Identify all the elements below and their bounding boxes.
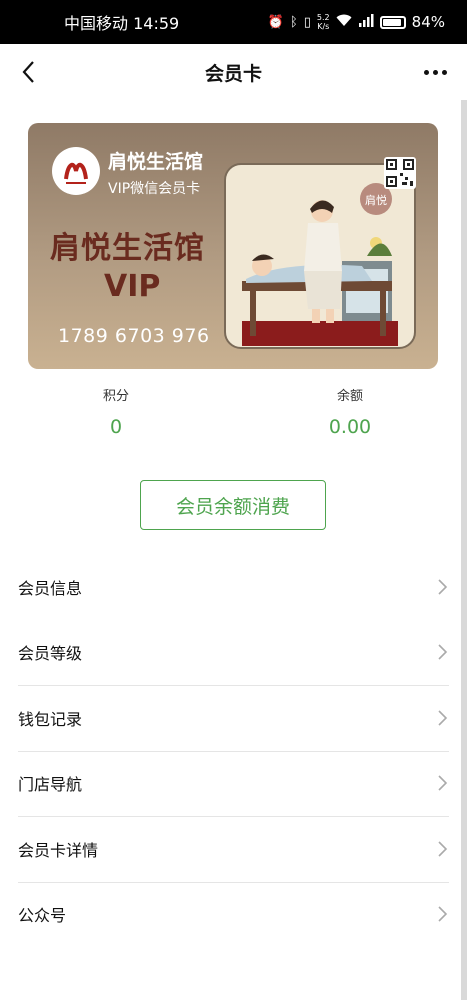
card-store-name: 肩悦生活馆: [50, 231, 205, 266]
menu-item-member-info[interactable]: 会员信息: [18, 554, 449, 620]
member-card: 肩悦生活馆 VIP微信会员卡 肩悦生活馆 VIP 1789 6703 976 肩…: [28, 123, 438, 369]
menu-item-member-level[interactable]: 会员等级: [18, 620, 449, 686]
menu-item-store-navigation[interactable]: 门店导航: [18, 750, 449, 817]
balance-stat[interactable]: 余额 0.00: [290, 385, 410, 438]
vibrate-icon: ▯: [303, 14, 311, 30]
balance-value: 0.00: [328, 416, 372, 438]
menu-item-label: 公众号: [18, 906, 67, 926]
page-title: 会员卡: [204, 62, 262, 85]
chevron-right-icon: [438, 579, 448, 595]
points-value: 0: [109, 416, 123, 438]
wifi-icon: [336, 13, 352, 31]
card-brand: 肩悦生活馆: [108, 151, 204, 173]
balance-consume-button[interactable]: 会员余额消费: [140, 480, 326, 530]
nav-bar: 会员卡: [0, 44, 467, 100]
card-vip-label: VIP: [104, 269, 161, 304]
member-menu: 会员信息 会员等级 钱包记录 门店导航 会员卡详情 公众号: [0, 554, 467, 947]
battery-icon: [379, 15, 406, 29]
menu-item-label: 钱包记录: [18, 709, 83, 729]
net-speed: 5.2 K/s: [316, 13, 330, 31]
menu-item-label: 会员信息: [18, 578, 83, 598]
chevron-right-icon: [438, 906, 448, 922]
member-stats: 积分 0 余额 0.00: [0, 385, 467, 445]
carrier-time: 中国移动 14:59: [64, 14, 180, 33]
card-number: 1789 6703 976: [58, 325, 210, 347]
battery-percent: 84%: [411, 13, 445, 31]
chevron-right-icon: [438, 775, 448, 791]
balance-label: 余额: [336, 389, 363, 404]
menu-item-label: 会员卡详情: [18, 840, 99, 860]
menu-item-label: 会员等级: [18, 644, 83, 664]
massage-illustration: 肩悦: [224, 163, 416, 349]
signal-icon: [358, 13, 374, 31]
bluetooth-icon: ᛒ: [289, 14, 298, 30]
status-icons: ⏰ ᛒ ▯ 5.2 K/s 84%: [268, 13, 445, 31]
menu-item-card-details[interactable]: 会员卡详情: [18, 816, 449, 882]
menu-item-label: 门店导航: [18, 775, 83, 795]
chevron-right-icon: [438, 644, 448, 660]
status-bar: 中国移动 14:59 ⏰ ᛒ ▯ 5.2 K/s 84%: [0, 0, 467, 44]
badge-text: 肩悦: [365, 193, 387, 207]
alarm-icon: ⏰: [267, 14, 284, 30]
qr-code-icon[interactable]: [384, 157, 416, 189]
points-stat[interactable]: 积分 0: [56, 385, 176, 438]
points-label: 积分: [102, 389, 129, 404]
brand-logo: [52, 147, 100, 195]
menu-item-wallet-records[interactable]: 钱包记录: [18, 685, 449, 751]
more-dots-icon[interactable]: [421, 60, 449, 84]
chevron-right-icon: [438, 710, 448, 726]
card-subtitle: VIP微信会员卡: [108, 181, 201, 197]
menu-item-official-account[interactable]: 公众号: [18, 881, 449, 948]
chevron-left-icon[interactable]: [14, 58, 42, 86]
chevron-right-icon: [438, 841, 448, 857]
